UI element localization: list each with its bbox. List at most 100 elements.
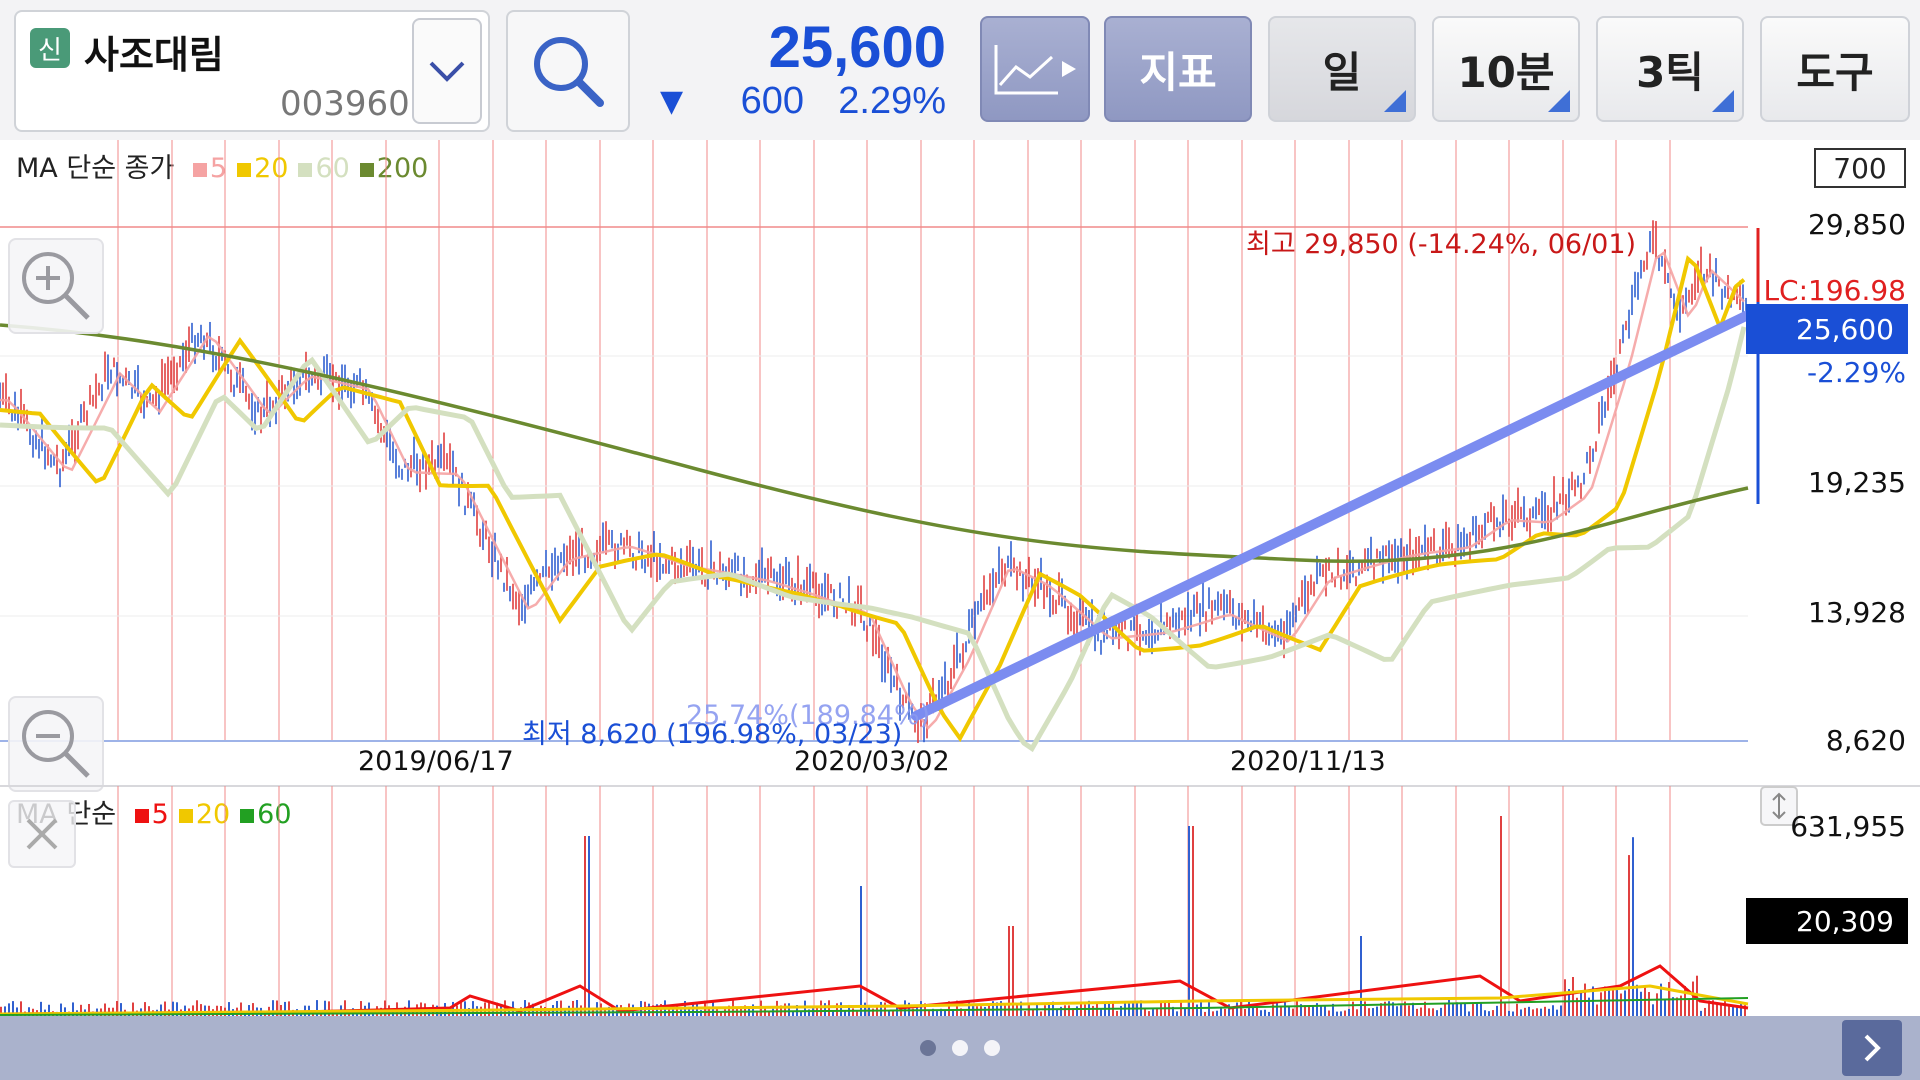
volume-bar: [984, 1006, 986, 1016]
volume-bar: [1500, 816, 1502, 1016]
volume-bar: [1656, 993, 1658, 1016]
volume-bar: [1360, 936, 1362, 1016]
volume-bar: [1100, 1008, 1102, 1016]
lc-label: LC:196.98: [1763, 274, 1906, 307]
volume-bar: [1244, 1009, 1246, 1016]
volume-bar: [1560, 1005, 1562, 1016]
volume-chart[interactable]: [0, 786, 1920, 1016]
market-badge: 신: [30, 28, 70, 68]
volume-bar: [824, 1003, 826, 1016]
volume-bar: [1456, 1002, 1458, 1016]
volume-bar: [1464, 1003, 1466, 1016]
volume-bar: [1320, 1005, 1322, 1016]
current-price-badge: 25,600: [1746, 304, 1908, 354]
volume-bar: [1356, 1009, 1358, 1016]
volume-bar: [1180, 1002, 1182, 1016]
price-change: 600: [740, 80, 804, 122]
volume-bar: [1296, 1000, 1298, 1016]
page-dot-3[interactable]: [984, 1040, 1000, 1056]
stock-dropdown-button[interactable]: [412, 18, 482, 124]
volume-bar: [1352, 1001, 1354, 1016]
volume-bar: [1736, 1007, 1738, 1016]
volume-bar: [1572, 977, 1574, 1016]
page-dot-1[interactable]: [920, 1040, 936, 1056]
price-change-pct: 2.29%: [838, 80, 946, 122]
volume-bar: [1248, 1000, 1250, 1016]
volume-bar: [1156, 1008, 1158, 1016]
volume-bar: [588, 836, 590, 1016]
volume-bar: [1632, 837, 1634, 1016]
ticks-button[interactable]: 3틱: [1596, 16, 1744, 122]
stock-selector[interactable]: 신 사조대림 003960: [14, 10, 490, 132]
ma5-line: [0, 250, 1745, 730]
volume-bar: [1532, 1009, 1534, 1016]
volume-bar: [1688, 999, 1690, 1016]
volume-bar: [1376, 1006, 1378, 1016]
volume-bar: [1372, 1008, 1374, 1016]
zoom-out-button[interactable]: [8, 696, 104, 792]
next-page-button[interactable]: [1842, 1020, 1902, 1076]
volume-bar: [1012, 926, 1014, 1016]
volume-bar: [1348, 1008, 1350, 1016]
tools-button[interactable]: 도구: [1760, 16, 1910, 122]
volume-bar: [1544, 1006, 1546, 1016]
volume-bar: [1536, 1008, 1538, 1016]
volume-bar: [1420, 1007, 1422, 1016]
volume-bar: [580, 1005, 582, 1016]
volume-bar: [812, 1008, 814, 1016]
page-dot-2[interactable]: [952, 1040, 968, 1056]
volume-bar: [1548, 1008, 1550, 1016]
x-label-2: 2020/03/02: [794, 746, 950, 777]
chevron-down-icon: [429, 61, 465, 82]
dropdown-corner-icon: [1712, 90, 1734, 112]
volume-bar: [692, 1004, 694, 1016]
volume-bar: [860, 886, 862, 1016]
indicator-button[interactable]: 지표: [1104, 16, 1252, 122]
x-label-1: 2019/06/17: [358, 746, 514, 777]
volume-bar: [1728, 1005, 1730, 1016]
volume-bar: [1564, 979, 1566, 1016]
volume-bar: [880, 1001, 882, 1016]
zoom-in-button[interactable]: [8, 238, 104, 334]
volume-bar: [1128, 1003, 1130, 1016]
volume-bar: [968, 1000, 970, 1016]
volume-bar: [1076, 1006, 1078, 1016]
volume-bar: [1596, 1004, 1598, 1016]
volume-bar: [1184, 1008, 1186, 1016]
volume-bar: [1064, 1005, 1066, 1016]
volume-bar: [884, 1002, 886, 1016]
interval-button[interactable]: 10분: [1432, 16, 1580, 122]
volume-bar: [1220, 1007, 1222, 1016]
volume-bar: [1388, 1001, 1390, 1016]
volume-bar: [1496, 1005, 1498, 1016]
volume-bar: [1068, 1005, 1070, 1016]
ma20-line: [0, 255, 1746, 743]
period-button[interactable]: 일: [1268, 16, 1416, 122]
y-tick-19235: 19,235: [1808, 466, 1906, 499]
volume-bar: [1428, 1008, 1430, 1016]
volume-bar: [1452, 1003, 1454, 1016]
line-chart-icon: [994, 45, 1076, 95]
dropdown-corner-icon: [1548, 90, 1570, 112]
volume-bar: [1620, 993, 1622, 1016]
volume-bar: [1448, 1000, 1450, 1016]
period-label: 일: [1322, 47, 1362, 97]
volume-ma-lines: [0, 964, 1749, 1016]
y-tick-8620: 8,620: [1825, 724, 1906, 757]
volume-bar: [1552, 1005, 1554, 1016]
volume-bar: [1624, 990, 1626, 1016]
chart-type-button[interactable]: [980, 16, 1090, 122]
volume-bar: [1256, 1007, 1258, 1016]
volume-bar: [1224, 1008, 1226, 1016]
volume-bar: [1528, 1006, 1530, 1016]
volume-bar: [1440, 1007, 1442, 1016]
search-button[interactable]: [506, 10, 630, 132]
zoom-out-icon: [22, 710, 90, 778]
volume-bar: [1476, 1003, 1478, 1016]
volume-bar: [1236, 1002, 1238, 1016]
stock-code: 003960: [280, 84, 410, 124]
volume-bar: [1408, 1005, 1410, 1016]
volume-bar: [1152, 1009, 1154, 1016]
bottom-bar: [0, 1016, 1920, 1080]
volume-bar: [920, 1001, 922, 1016]
